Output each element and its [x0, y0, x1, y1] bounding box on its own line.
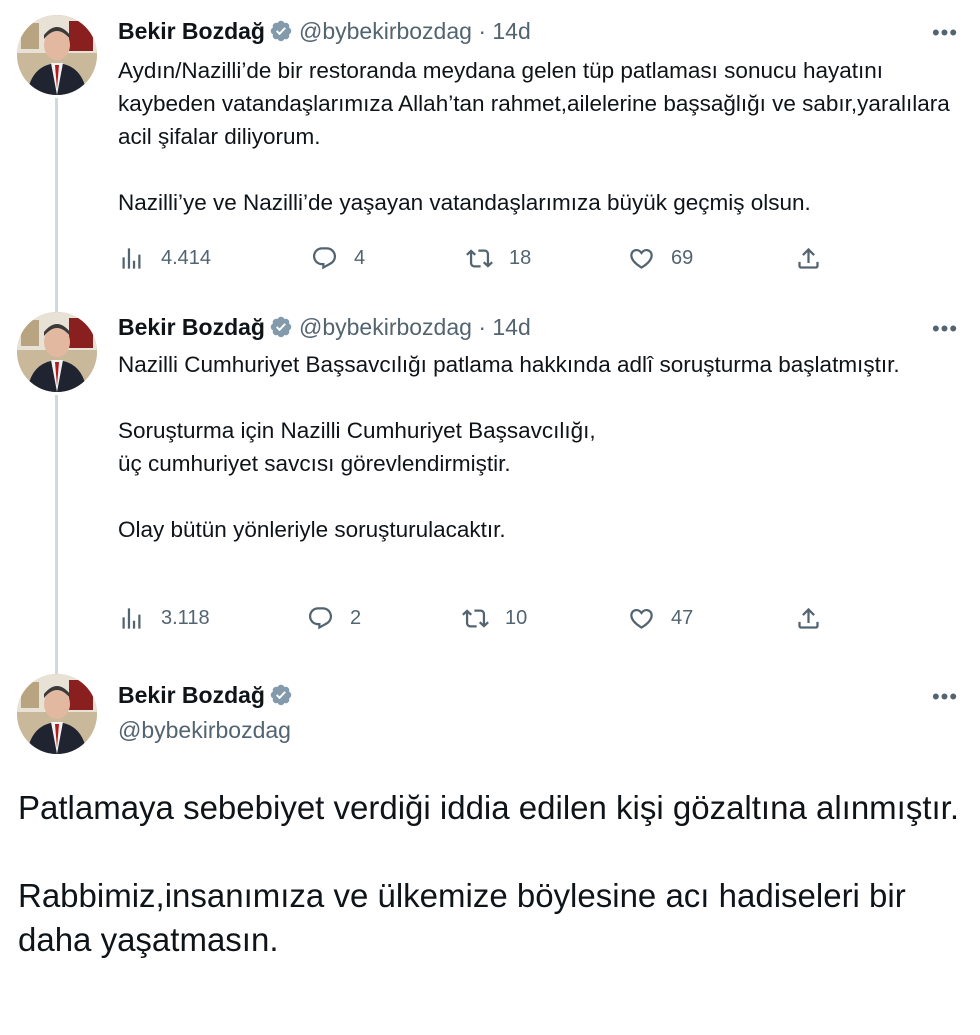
share-icon — [795, 245, 822, 272]
author-name[interactable]: Bekir Bozdağ — [118, 18, 265, 44]
author-handle[interactable]: @bybekirbozdag — [299, 18, 472, 44]
thread-line — [55, 98, 58, 305]
like-count: 47 — [671, 606, 694, 629]
verified-badge-icon — [269, 315, 293, 339]
views-button[interactable]: 4.414 — [118, 243, 211, 273]
share-button[interactable] — [795, 603, 822, 633]
thread-line — [55, 660, 58, 674]
retweet-button[interactable]: 18 — [466, 243, 531, 273]
reply-count: 4 — [354, 246, 366, 269]
views-count: 3.118 — [161, 606, 210, 629]
more-options-icon[interactable]: ••• — [930, 686, 960, 714]
verified-badge-icon — [269, 683, 293, 707]
retweet-button[interactable]: 10 — [462, 603, 527, 633]
more-options-icon[interactable]: ••• — [930, 22, 960, 50]
author-name[interactable]: Bekir Bozdağ — [118, 682, 265, 708]
author-name[interactable]: Bekir Bozdağ — [118, 314, 265, 340]
heart-icon — [628, 605, 655, 632]
like-count: 69 — [671, 246, 694, 269]
thread-line — [55, 300, 58, 312]
tweet-header: Bekir Bozdağ — [118, 682, 299, 709]
tweet-text: Patlamaya sebebiyet verdiği iddia edilen… — [18, 789, 959, 958]
separator-dot: · — [478, 314, 486, 340]
avatar[interactable] — [17, 312, 97, 392]
views-count: 4.414 — [161, 246, 212, 269]
reply-button[interactable]: 4 — [311, 243, 365, 273]
tweet-1[interactable]: Bekir Bozdağ @bybekirbozdag · 14d ••• Ayd… — [0, 0, 980, 305]
tweet-2[interactable]: Bekir Bozdağ @bybekirbozdag · 14d ••• Naz… — [0, 300, 980, 667]
reply-button[interactable]: 2 — [307, 603, 361, 633]
retweet-count: 18 — [509, 246, 532, 269]
tweet-header: Bekir Bozdağ @bybekirbozdag · 14d — [118, 314, 531, 341]
share-button[interactable] — [795, 243, 822, 273]
reply-icon — [307, 605, 334, 632]
tweet-text: Nazilli Cumhuriyet Başsavcılığı patlama … — [118, 352, 900, 542]
like-button[interactable]: 47 — [628, 603, 693, 633]
heart-icon — [628, 245, 655, 272]
tweet-time[interactable]: 14d — [492, 18, 530, 44]
author-handle[interactable]: @bybekirbozdag — [299, 314, 472, 340]
views-icon — [118, 245, 145, 272]
tweet-text: Aydın/Nazilli’de bir restoranda meydana … — [118, 58, 950, 215]
retweet-icon — [462, 605, 489, 632]
avatar[interactable] — [17, 15, 97, 95]
reply-icon — [311, 245, 338, 272]
verified-badge-icon — [269, 19, 293, 43]
tweet-3-focused[interactable]: Bekir Bozdağ @bybekirbozdag ••• Patlamay… — [0, 660, 980, 1035]
retweet-count: 10 — [505, 606, 528, 629]
retweet-icon — [466, 245, 493, 272]
tweet-actions: 3.118 2 10 47 — [118, 603, 838, 633]
more-options-icon[interactable]: ••• — [930, 318, 960, 346]
reply-count: 2 — [350, 606, 362, 629]
tweet-actions: 4.414 4 18 69 — [118, 243, 838, 273]
author-handle[interactable]: @bybekirbozdag — [118, 717, 291, 744]
avatar[interactable] — [17, 674, 97, 754]
views-button[interactable]: 3.118 — [118, 603, 210, 633]
tweet-time[interactable]: 14d — [492, 314, 530, 340]
thread-line — [55, 395, 58, 667]
tweet-header: Bekir Bozdağ @bybekirbozdag · 14d — [118, 18, 531, 45]
share-icon — [795, 605, 822, 632]
views-icon — [118, 605, 145, 632]
separator-dot: · — [478, 18, 486, 44]
like-button[interactable]: 69 — [628, 243, 693, 273]
